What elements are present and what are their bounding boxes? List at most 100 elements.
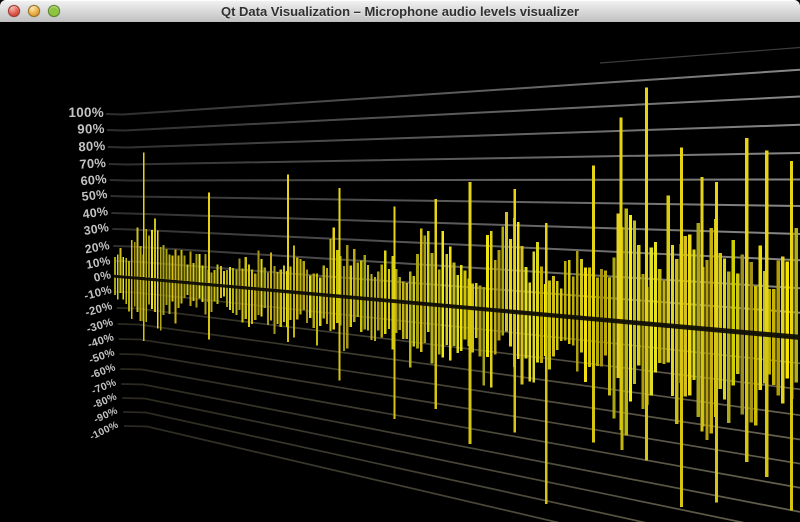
audio-bar	[592, 166, 595, 319]
audio-bar	[790, 337, 793, 510]
audio-bar	[189, 282, 191, 305]
audio-bar	[667, 196, 670, 325]
audio-bar	[431, 304, 434, 363]
audio-bar	[413, 303, 416, 347]
audio-bar	[701, 329, 704, 431]
audio-bar	[641, 274, 644, 323]
audio-bar	[596, 277, 599, 318]
audio-bar	[456, 275, 459, 306]
audio-bar	[449, 306, 452, 361]
audio-bar	[556, 281, 559, 315]
audio-bar	[198, 283, 200, 298]
audio-bar	[745, 138, 748, 332]
audio-bar	[313, 294, 315, 328]
audio-bar	[260, 259, 262, 288]
audio-bar	[596, 320, 599, 366]
audio-bar	[151, 230, 153, 278]
audio-bar	[405, 283, 408, 301]
audio-bar	[388, 269, 390, 299]
wall-top-edge	[600, 48, 800, 64]
audio-bar	[163, 280, 165, 315]
audio-bar	[625, 209, 628, 322]
window-titlebar[interactable]: Qt Data Visualization – Microphone audio…	[0, 0, 800, 23]
audio-bar	[413, 276, 416, 302]
audio-bar	[427, 304, 430, 332]
audio-bar	[620, 118, 623, 321]
audio-bar	[163, 245, 165, 279]
audio-bar	[641, 324, 644, 409]
audio-bar	[629, 323, 632, 402]
audio-bar	[675, 327, 678, 424]
audio-bar	[264, 289, 266, 308]
audio-bar	[513, 312, 516, 433]
audio-bar	[245, 257, 247, 286]
audio-bar	[776, 261, 779, 335]
audio-bar	[338, 188, 340, 295]
audio-bar	[238, 259, 240, 286]
audio-bar	[576, 318, 579, 372]
audio-bar	[277, 272, 279, 289]
audio-bar	[718, 253, 721, 330]
audio-bar	[795, 228, 799, 337]
audio-bar	[367, 299, 369, 331]
audio-bar	[540, 267, 543, 314]
audio-bar	[260, 289, 262, 317]
audio-bar	[172, 281, 174, 302]
audio-bar	[363, 255, 365, 297]
audio-bar	[560, 316, 563, 341]
audio-bar	[267, 290, 269, 325]
audio-bar	[329, 295, 331, 331]
audio-bar	[157, 280, 159, 329]
audio-bar	[289, 292, 291, 321]
audio-bar	[356, 298, 358, 317]
audio-bar	[471, 284, 474, 308]
audio-bar	[374, 299, 376, 341]
audio-bar	[758, 334, 761, 389]
grid-line	[106, 70, 800, 115]
audio-bar	[309, 275, 311, 292]
close-button[interactable]	[8, 5, 20, 17]
audio-bar	[157, 230, 159, 278]
audio-bar	[287, 291, 289, 342]
audio-bar	[460, 265, 463, 306]
audio-bar	[303, 293, 305, 310]
audio-bar	[736, 274, 739, 332]
audio-bar	[658, 269, 661, 324]
audio-bar	[214, 270, 216, 284]
zoom-button[interactable]	[48, 5, 60, 17]
audio-bar	[637, 245, 640, 322]
audio-bar	[169, 255, 171, 280]
audio-bar	[353, 297, 355, 321]
audio-bar	[758, 245, 761, 333]
audio-bar	[251, 270, 253, 287]
audio-bar	[251, 288, 253, 324]
audio-bar	[232, 268, 234, 286]
audio-bar	[393, 301, 395, 419]
audio-bar	[131, 240, 133, 276]
grid-line	[124, 426, 800, 522]
audio-bar	[245, 288, 247, 319]
audio-bar	[710, 330, 713, 434]
audio-bar	[494, 310, 497, 354]
audio-bar	[572, 317, 575, 345]
chart-3d-view[interactable]: 100%90%80%70%60%50%40%30%20%10%0%-10%-20…	[0, 22, 800, 522]
audio-bar	[588, 267, 591, 317]
audio-bar	[754, 334, 757, 426]
audio-bar	[420, 304, 423, 353]
audio-bar	[772, 289, 775, 335]
audio-bar	[120, 277, 122, 293]
audio-bar	[306, 293, 308, 323]
audio-bar	[469, 182, 472, 307]
minimize-button[interactable]	[28, 5, 40, 17]
audio-bar	[521, 313, 524, 385]
audio-bar	[143, 278, 145, 341]
audio-bar	[620, 322, 623, 430]
audio-bar	[114, 257, 116, 276]
audio-bar	[117, 254, 119, 276]
audio-bar	[528, 313, 531, 381]
audio-bar	[381, 300, 383, 338]
audio-bar	[363, 298, 365, 329]
audio-bar	[697, 329, 700, 417]
audio-bar	[517, 312, 520, 359]
audio-bar	[270, 252, 272, 288]
